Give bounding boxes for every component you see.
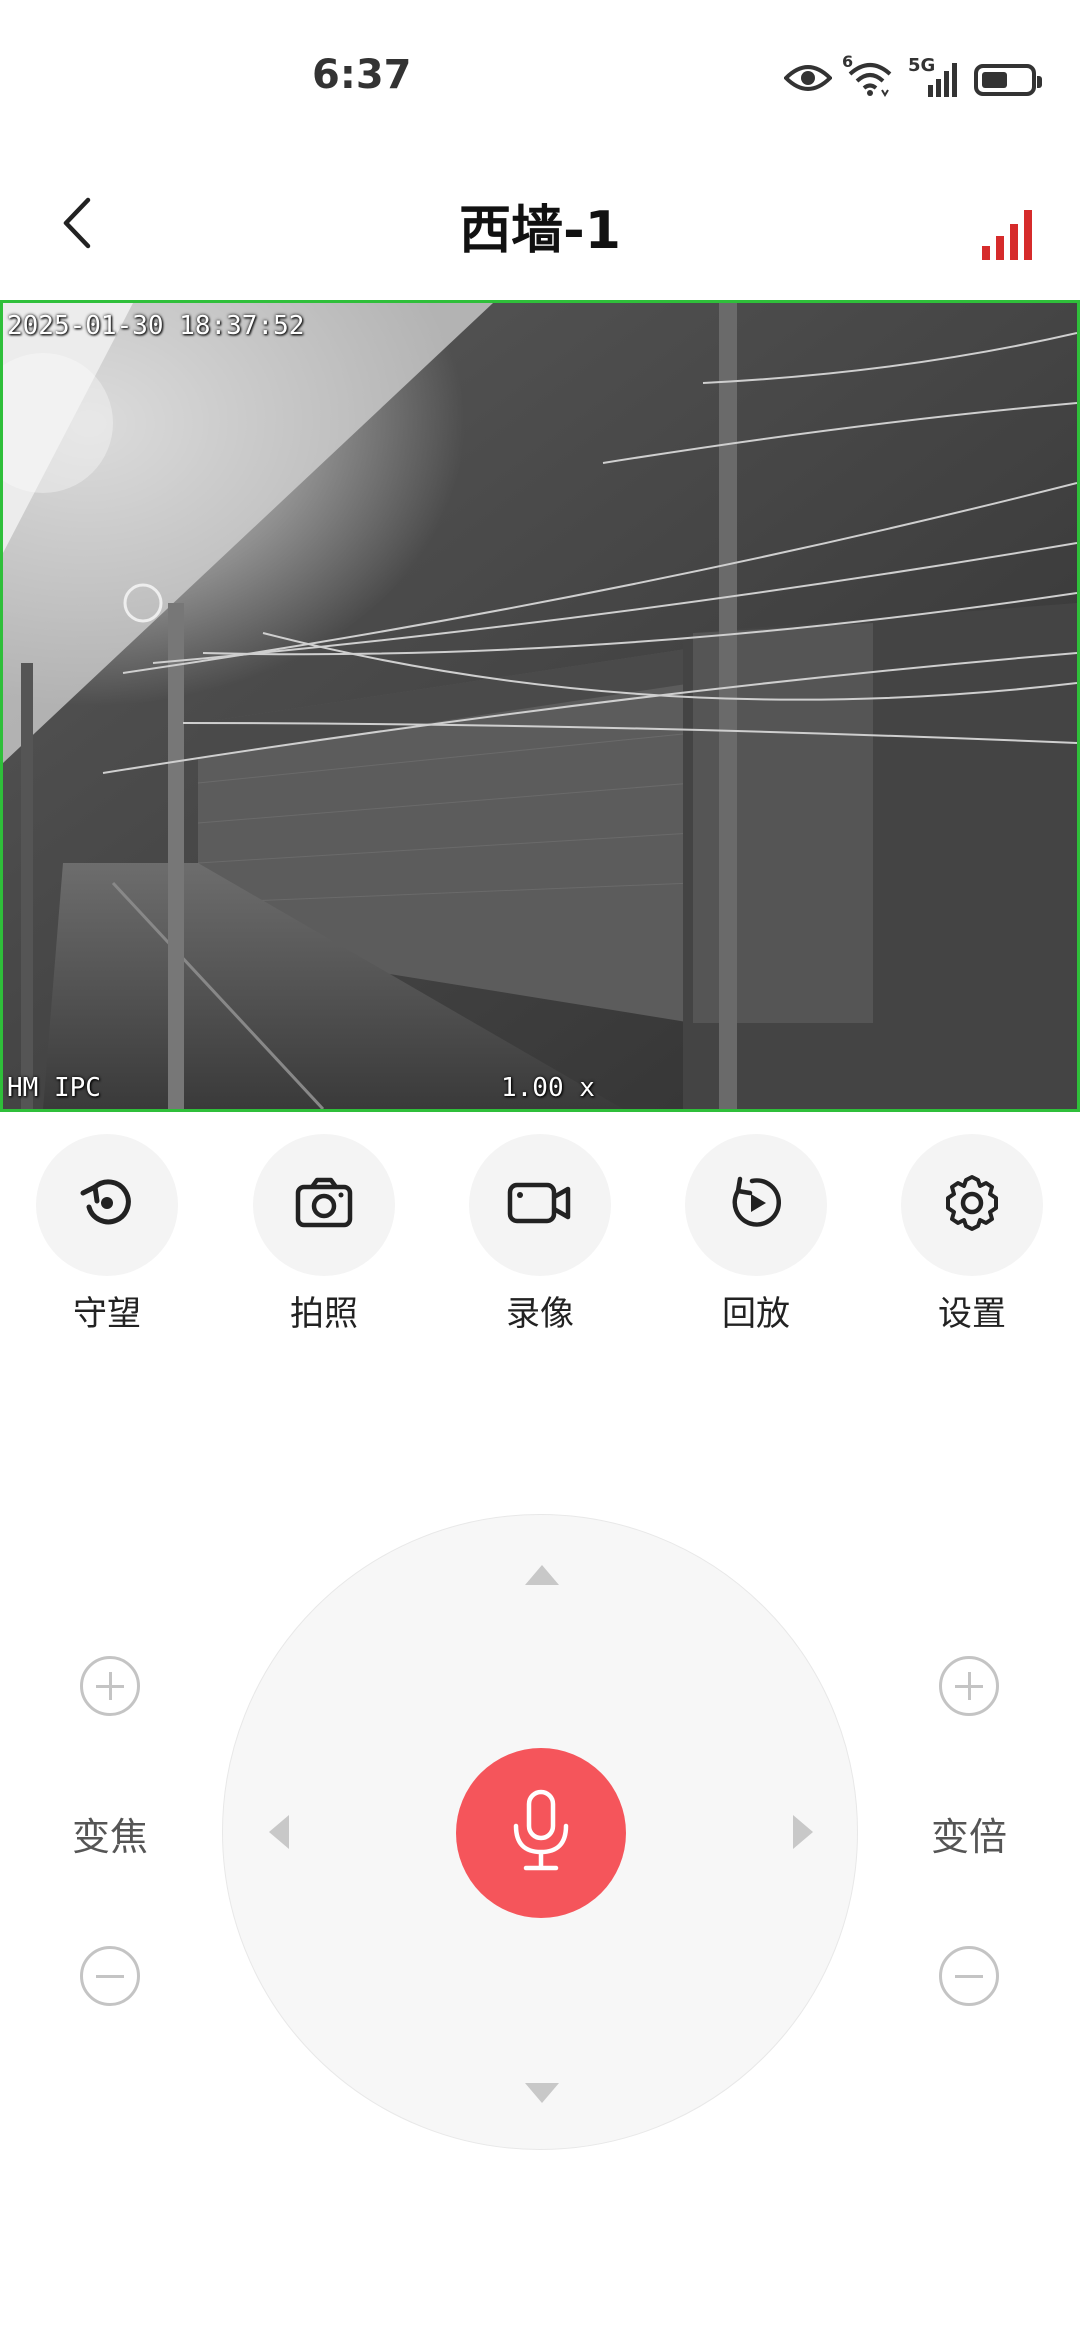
wifi-icon: 6 bbox=[842, 52, 894, 102]
zoom-plus-button[interactable] bbox=[899, 1656, 1039, 1716]
focus-plus-button[interactable] bbox=[40, 1656, 180, 1716]
watch-label: 守望 bbox=[73, 1294, 141, 1334]
playback-icon bbox=[724, 1171, 788, 1239]
video-frame-image bbox=[3, 303, 1077, 1109]
talk-button[interactable] bbox=[456, 1748, 626, 1918]
ptz-up-arrow-icon[interactable] bbox=[525, 1565, 559, 1585]
ptz-right-arrow-icon[interactable] bbox=[793, 1815, 813, 1849]
video-zoom-label: 1.00 x bbox=[501, 1073, 595, 1103]
settings-label: 设置 bbox=[938, 1294, 1006, 1334]
live-video-view[interactable]: 2025-01-30 18:37:52 HM IPC 1.00 x bbox=[0, 300, 1080, 1112]
watch-rotate-icon bbox=[75, 1171, 139, 1239]
snapshot-label: 拍照 bbox=[290, 1294, 358, 1334]
zoom-label: 变倍 bbox=[930, 1815, 1007, 1859]
focus-label: 变焦 bbox=[71, 1815, 148, 1859]
signal-strength-icon bbox=[980, 208, 1036, 262]
status-icons: 6 5G bbox=[783, 52, 1042, 102]
video-timestamp: 2025-01-30 18:37:52 bbox=[7, 311, 305, 341]
video-camera-icon bbox=[506, 1171, 574, 1239]
plus-icon bbox=[80, 1656, 140, 1716]
ptz-left-arrow-icon[interactable] bbox=[269, 1815, 289, 1849]
playback-label: 回放 bbox=[722, 1294, 790, 1334]
battery-icon bbox=[974, 64, 1042, 96]
record-label: 录像 bbox=[506, 1294, 574, 1334]
minus-icon bbox=[939, 1946, 999, 2006]
5g-signal-icon: 5G bbox=[908, 55, 960, 99]
playback-button[interactable]: 回放 bbox=[681, 1134, 831, 1335]
gear-icon bbox=[940, 1171, 1004, 1239]
camera-icon bbox=[292, 1171, 356, 1239]
function-toolbar: 守望 拍照 录像 回放 设置 bbox=[0, 1134, 1080, 1334]
focus-minus-button[interactable] bbox=[40, 1946, 180, 2006]
snapshot-button[interactable]: 拍照 bbox=[249, 1134, 399, 1335]
settings-button[interactable]: 设置 bbox=[897, 1134, 1047, 1335]
page-title: 西墙-1 bbox=[459, 201, 621, 261]
video-device-label: HM IPC bbox=[7, 1073, 101, 1103]
plus-icon bbox=[939, 1656, 999, 1716]
record-button[interactable]: 录像 bbox=[465, 1134, 615, 1335]
status-bar: 6:37 6 5G bbox=[0, 0, 1080, 160]
status-time: 6:37 bbox=[312, 52, 412, 98]
wifi-badge: 6 bbox=[842, 52, 854, 71]
eye-icon bbox=[783, 62, 833, 98]
ptz-control-pad[interactable] bbox=[222, 1514, 858, 2150]
ptz-down-arrow-icon[interactable] bbox=[525, 2083, 559, 2103]
minus-icon bbox=[80, 1946, 140, 2006]
microphone-icon bbox=[506, 1788, 576, 1878]
watch-button[interactable]: 守望 bbox=[32, 1134, 182, 1335]
zoom-minus-button[interactable] bbox=[899, 1946, 1039, 2006]
